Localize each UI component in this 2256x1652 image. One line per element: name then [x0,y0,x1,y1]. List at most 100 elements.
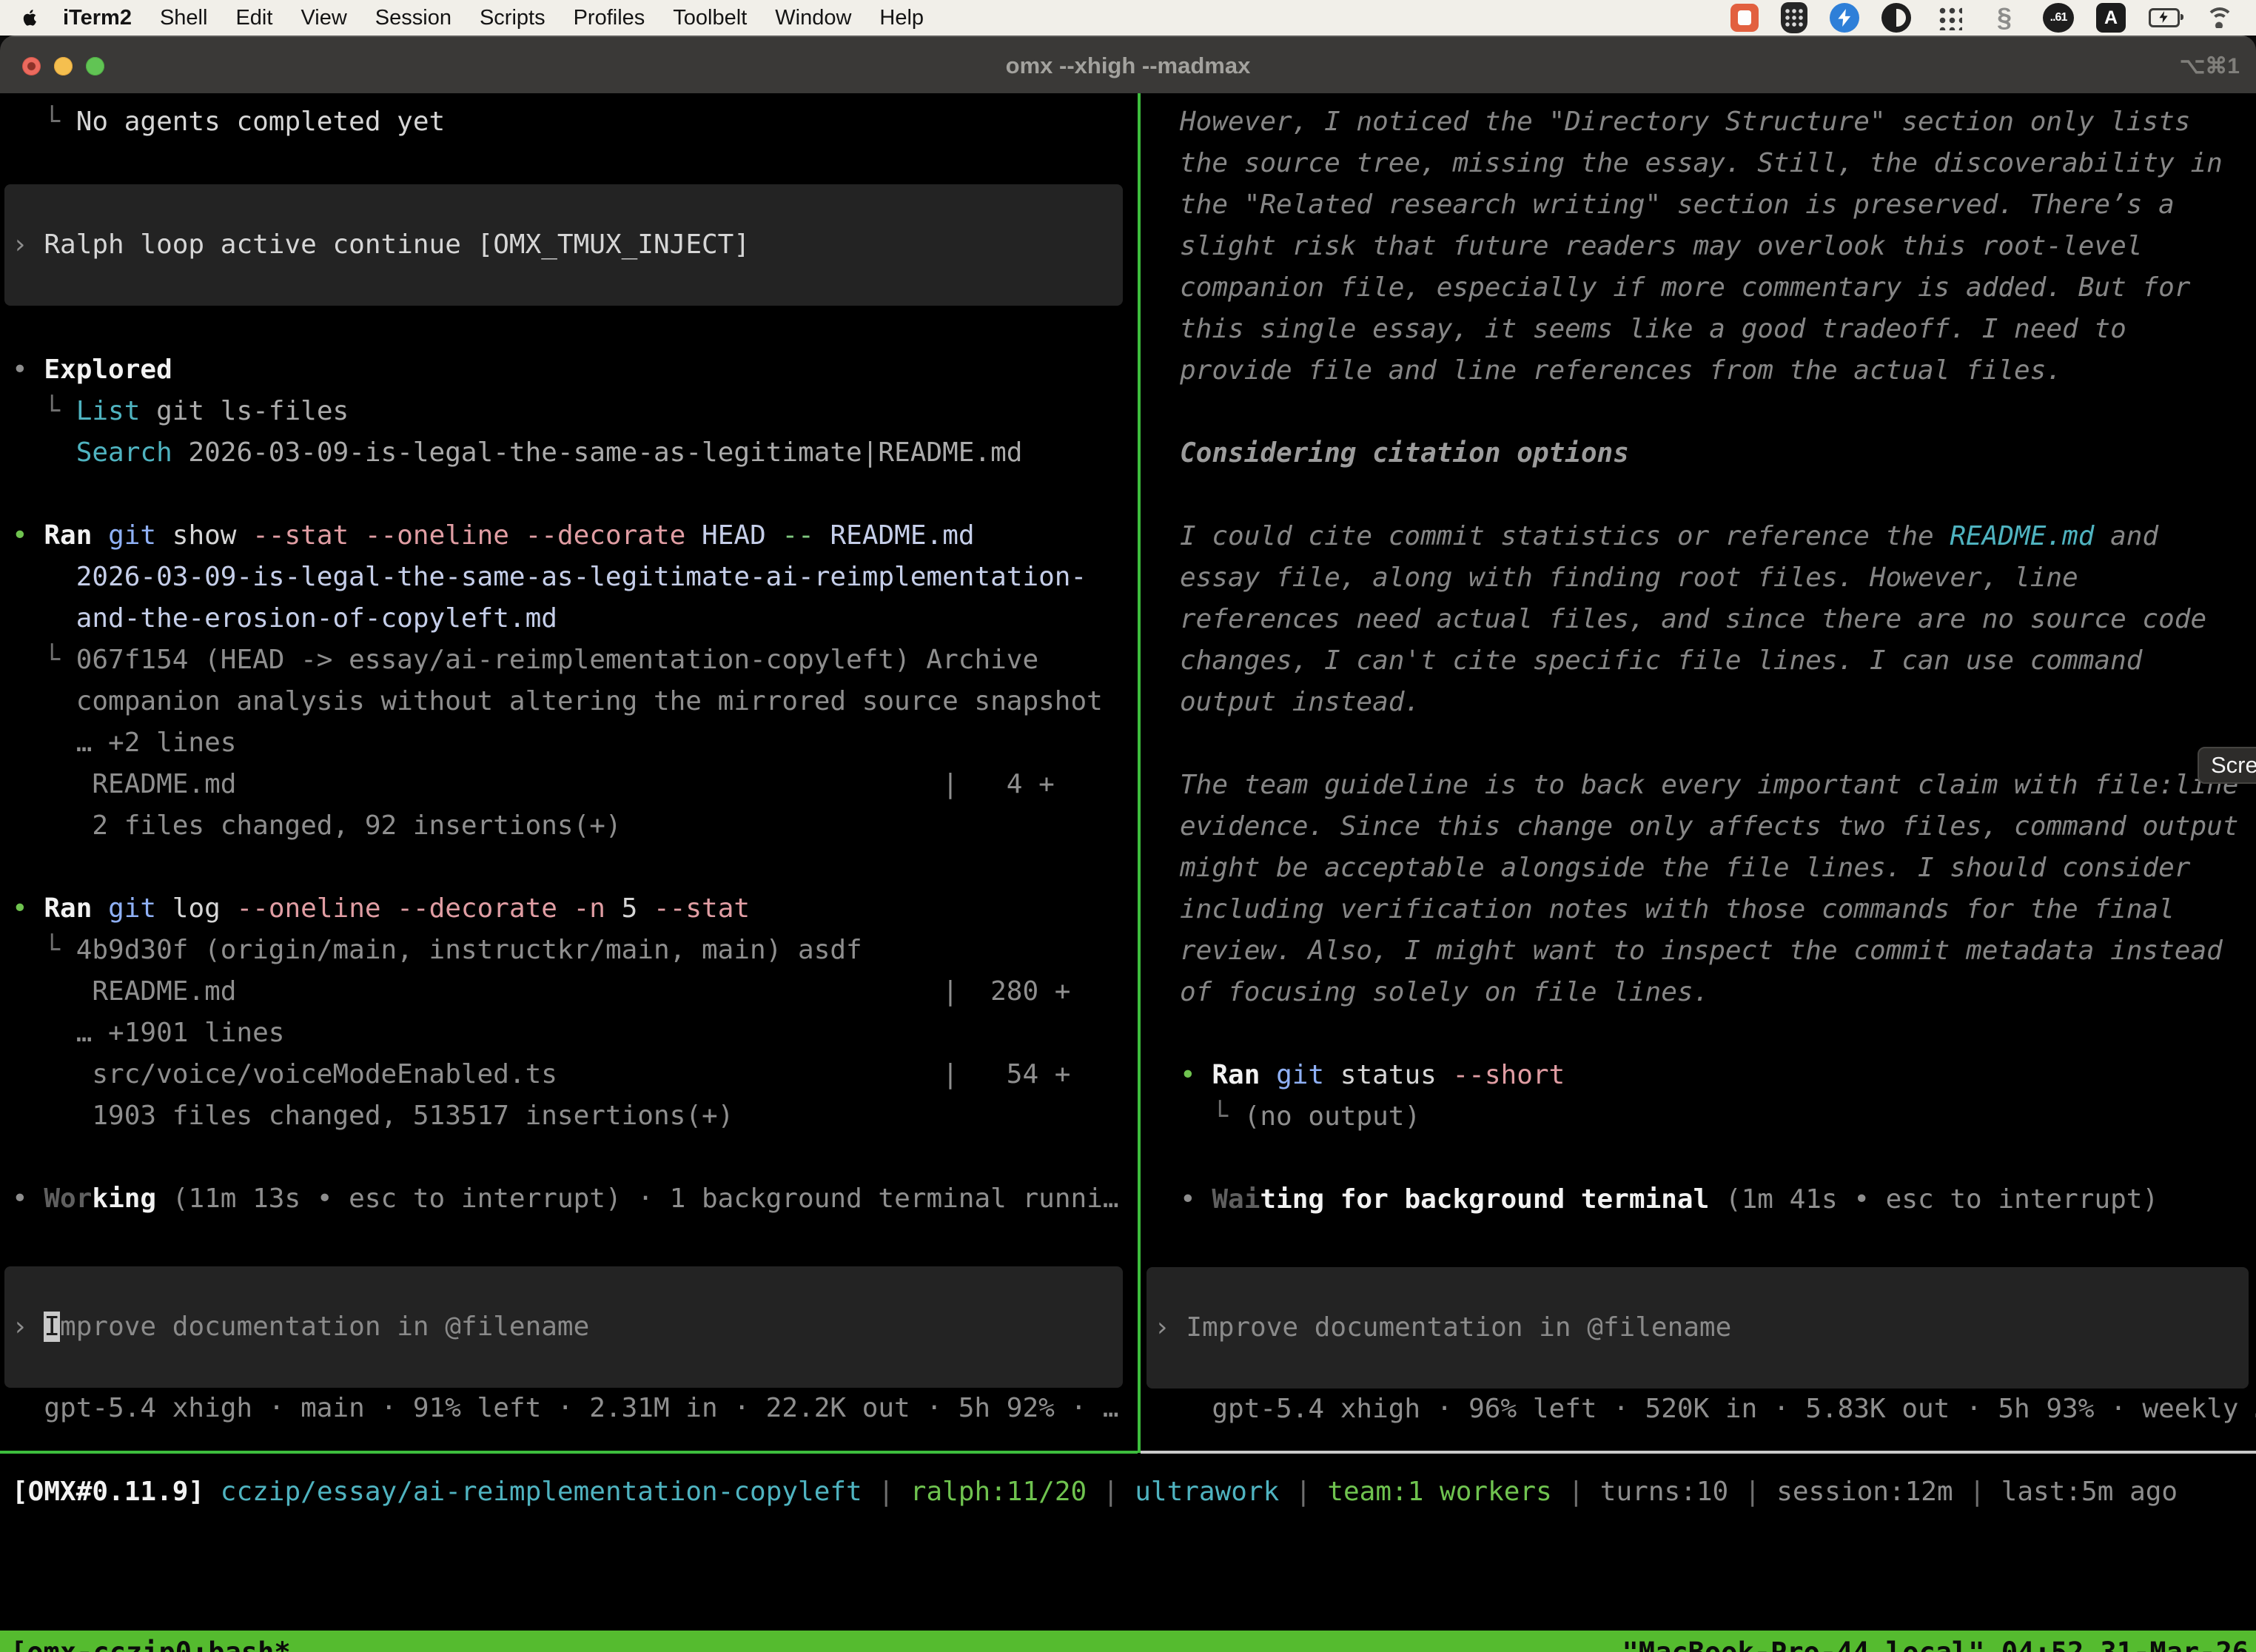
tmux-session-window-label: [omx-cczip0:bash* [10,1636,291,1652]
terminal-line: src/voice/voiceModeEnabled.ts | 54 + [12,1054,1138,1095]
text-segment: gpt-5.4 xhigh · 96% left · 520K in · 5.8… [1180,1394,2256,1424]
menu-item-scripts[interactable]: Scripts [466,6,560,30]
terminal-line: └ List git ls-files [12,391,1138,432]
text-segment: show [156,520,252,551]
menu-item-profiles[interactable]: Profiles [560,6,659,30]
text-segment: Wai [1212,1184,1260,1215]
text-segment: including verification notes with those … [1180,894,2175,924]
terminal-line [12,847,1138,888]
text-cursor: I [44,1312,60,1342]
battery-icon[interactable] [2148,1,2181,34]
apple-icon[interactable] [19,5,41,30]
text-segment: companion analysis without altering the … [12,686,1103,716]
terminal-line: of focusing solely on file lines. [1180,972,2256,1013]
menu-item-toolbelt[interactable]: Toolbelt [659,6,761,30]
wifi-icon[interactable] [2203,1,2235,34]
window-shortcut-badge: ⌥⌘1 [2180,37,2240,95]
terminal-line: └ 067f154 (HEAD -> essay/ai-reimplementa… [12,639,1138,681]
terminal-line: this single essay, it seems like a good … [1180,309,2256,350]
menu-item-session[interactable]: Session [361,6,466,30]
terminal-line: Considering citation options [1180,433,2256,474]
terminal-line: the source tree, missing the essay. Stil… [1180,143,2256,184]
crescent-icon[interactable] [1881,3,1911,33]
text-segment: changes, I can't cite specific file line… [1180,645,2142,676]
menu-item-app[interactable]: iTerm2 [49,6,146,30]
text-segment: last:5m ago [2001,1477,2178,1507]
text-segment: • [1180,1060,1212,1090]
text-segment [204,1477,221,1507]
spacer [12,1220,1138,1266]
right-pane: However, I noticed the "Directory Struct… [1141,93,2256,1430]
text-segment: (1m 41s • esc to interrupt) [1709,1184,2158,1215]
text-segment: └ [12,396,76,426]
terminal-line: • Working (11m 13s • esc to interrupt) ·… [12,1178,1138,1220]
text-segment: › [1154,1312,1186,1343]
terminal-line [1180,392,2256,433]
menu-item-edit[interactable]: Edit [221,6,286,30]
terminal-line: including verification notes with those … [1180,889,2256,930]
text-segment: might be acceptable alongside the file l… [1180,853,2190,883]
text-segment: of focusing solely on file lines. [1180,977,1709,1007]
text-segment: slight risk that future readers may over… [1180,231,2142,261]
terminal-line: • Explored [12,349,1138,391]
terminal-line: and-the-erosion-of-copyleft.md [12,598,1138,639]
battery-percentage-icon[interactable]: ..61 [2043,3,2074,33]
text-segment: | [1087,1477,1135,1507]
text-segment: └ [1180,1101,1244,1132]
text-segment: output instead. [1180,687,1420,717]
keyboard-layout-icon[interactable]: A [2096,3,2126,33]
text-segment: 2026-03-09-is-legal-the-same-as-legitima… [172,437,1023,468]
prompt-input[interactable]: › Improve documentation in @filename [4,1266,1123,1388]
window-title-bar[interactable]: omx --xhigh --madmax ⌥⌘1 [0,36,2256,93]
text-segment [92,520,108,551]
text-segment: Considering citation options [1180,438,1629,469]
text-segment: 2 files changed, 92 insertions(+) [12,810,622,841]
text-segment: Wor [44,1183,92,1214]
text-segment: -- [782,520,813,551]
squiggle-icon[interactable]: § [1988,1,2021,34]
text-segment: --short [1453,1060,1565,1090]
prompt-input-line: › Improve documentation in @filename [12,1306,589,1348]
terminal-line: references need actual files, and since … [1180,599,2256,640]
text-segment: However, I noticed the "Directory Struct… [1180,107,2190,137]
terminal-line: output instead. [1180,682,2256,723]
terminal-line [1180,474,2256,516]
terminal-line: gpt-5.4 xhigh · 96% left · 520K in · 5.8… [1180,1389,2256,1430]
terminal-line: evidence. Since this change only affects… [1180,806,2256,847]
recording-indicator-icon[interactable] [1730,4,1759,32]
terminal-line: The team guideline is to back every impo… [1180,765,2256,806]
terminal-line [1180,1013,2256,1055]
menu-item-window[interactable]: Window [761,6,865,30]
terminal-line: essay file, along with finding root file… [1180,557,2256,599]
text-segment: ultrawork [1135,1477,1279,1507]
terminal-line: • Ran git status --short [1180,1055,2256,1096]
text-segment: Ran [44,893,92,924]
terminal-line [1180,1138,2256,1179]
terminal-line [12,474,1138,515]
text-segment: ralph:11/20 [910,1477,1087,1507]
text-segment: └ [12,107,76,137]
terminal-line: • Waiting for background terminal (1m 41… [1180,1179,2256,1220]
text-segment: and [2094,521,2158,551]
terminal-line: slight risk that future readers may over… [1180,226,2256,267]
text-segment [814,520,830,551]
text-segment: king [92,1183,156,1214]
prompt-input[interactable]: › Improve documentation in @filename [1147,1267,2249,1389]
text-segment: evidence. Since this change only affects… [1180,811,2238,842]
text-segment: Ralph loop active continue [OMX_TMUX_INJ… [44,229,750,260]
text-segment: | [1728,1477,1776,1507]
menu-item-shell[interactable]: Shell [146,6,222,30]
prompt-input[interactable]: › Ralph loop active continue [OMX_TMUX_I… [4,184,1123,306]
vpn-bolt-icon[interactable] [1830,3,1859,33]
text-segment: | [862,1477,910,1507]
terminal-line: I could cite commit statistics or refere… [1180,516,2256,557]
text-segment: The team guideline is to back every impo… [1180,770,2238,800]
menu-item-view[interactable]: View [286,6,360,30]
menu-item-help[interactable]: Help [865,6,938,30]
text-segment: | [1953,1477,2001,1507]
grid-dots-icon[interactable] [1933,1,1966,34]
shield-icon[interactable] [1781,2,1807,33]
text-segment: Ran [1212,1060,1260,1090]
terminal-line: review. Also, I might want to inspect th… [1180,930,2256,972]
text-segment: I could cite commit statistics or refere… [1180,521,1950,551]
